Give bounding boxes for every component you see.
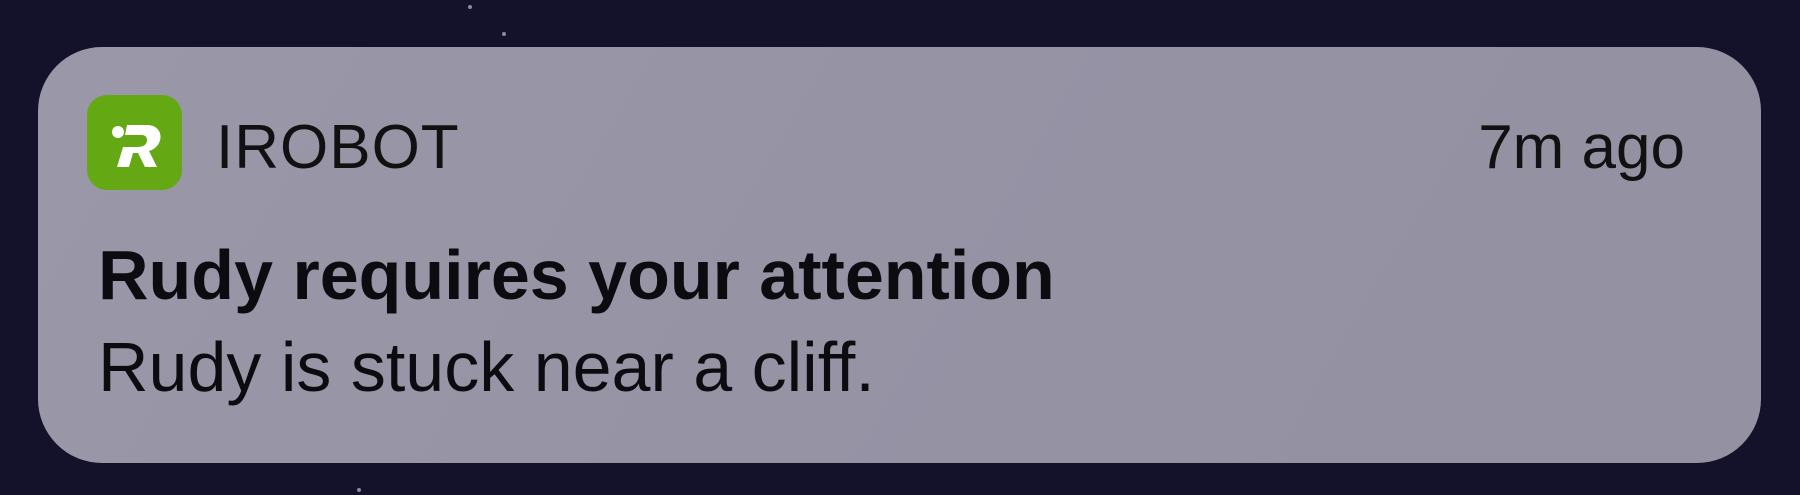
notification-title: Rudy requires your attention	[98, 236, 1055, 314]
app-name: IROBOT	[216, 113, 460, 182]
notification-message: Rudy is stuck near a cliff.	[98, 328, 875, 406]
background-star	[357, 488, 361, 492]
irobot-app-icon	[87, 95, 182, 190]
timestamp: 7m ago	[1478, 113, 1685, 182]
background-star	[502, 32, 506, 36]
background-star	[468, 5, 472, 9]
